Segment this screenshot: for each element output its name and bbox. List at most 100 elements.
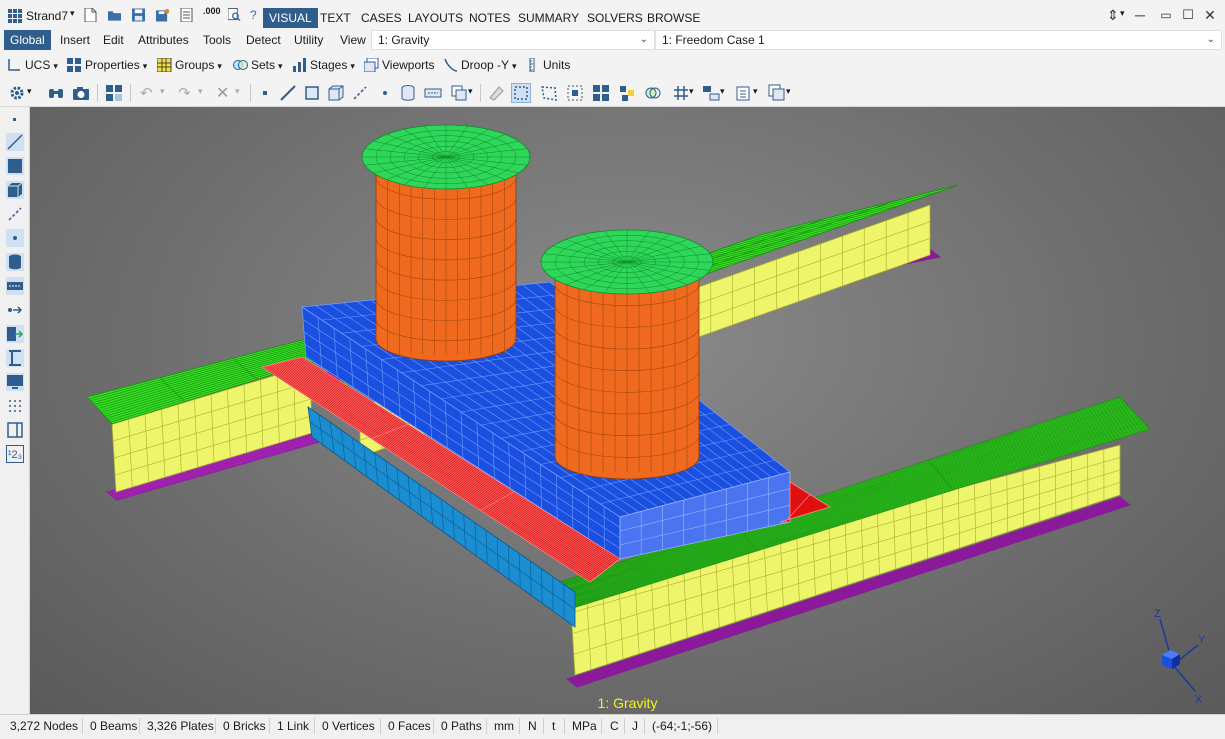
cylinder-icon[interactable] [399, 84, 417, 102]
tab-cases[interactable]: CASES [355, 8, 408, 28]
node-icon[interactable] [6, 111, 24, 129]
energy-unit-button[interactable]: J [632, 718, 638, 734]
number-format-icon[interactable]: .000 [203, 6, 221, 16]
display-icon[interactable] [6, 373, 24, 391]
chevron-down-icon[interactable]: ⌄ [1207, 31, 1215, 49]
save-as-icon[interactable] [156, 8, 169, 22]
path-icon[interactable] [424, 84, 442, 102]
chevron-down-icon[interactable]: ▾ [720, 86, 725, 97]
temperature-unit-button[interactable]: C [610, 718, 619, 734]
undo-icon[interactable]: ↶ [140, 84, 153, 102]
properties-button[interactable]: Properties ▾ [67, 55, 147, 75]
length-unit-button[interactable]: mm [494, 718, 514, 734]
align-icon[interactable] [702, 84, 720, 102]
layout-chevron-icon[interactable]: ▾ [1120, 8, 1125, 19]
numbering-icon[interactable]: ¹2₃ [6, 445, 24, 463]
stress-unit-button[interactable]: MPa [572, 718, 597, 734]
grid-select-icon[interactable] [105, 84, 123, 102]
camera-icon[interactable] [72, 84, 90, 102]
app-menu-chevron-icon[interactable]: ▾ [70, 8, 75, 19]
link-icon[interactable] [6, 205, 24, 223]
select-sets-icon[interactable] [644, 84, 662, 102]
select-rectangle-icon[interactable] [511, 83, 531, 103]
freedom-case-select[interactable]: 1: Freedom Case 1 ⌄ [655, 30, 1222, 50]
chevron-down-icon[interactable]: ▾ [235, 86, 240, 97]
beam-icon[interactable] [6, 133, 24, 151]
menu-insert[interactable]: Insert [54, 30, 96, 50]
model-viewport[interactable]: 1: Gravity Z Y X [30, 107, 1225, 714]
vertex-icon[interactable] [6, 229, 24, 247]
link-icon[interactable] [351, 84, 369, 102]
ucs-button[interactable]: UCS ▾ [7, 55, 58, 75]
path-icon[interactable] [6, 277, 24, 295]
menu-view[interactable]: View [334, 30, 372, 50]
settings-gear-icon[interactable] [8, 84, 26, 102]
tab-summary[interactable]: SUMMARY [512, 8, 585, 28]
stages-button[interactable]: Stages ▾ [292, 55, 355, 75]
select-connected-icon[interactable] [566, 84, 584, 102]
tab-notes[interactable]: NOTES [463, 8, 516, 28]
select-by-property-icon[interactable] [618, 84, 636, 102]
app-title[interactable]: Strand7 [26, 9, 68, 23]
new-file-icon[interactable] [84, 8, 97, 22]
save-icon[interactable] [132, 8, 145, 22]
dot-grid-icon[interactable] [6, 397, 24, 415]
units-button[interactable]: Units [525, 55, 570, 75]
chevron-down-icon[interactable]: ▾ [786, 86, 791, 97]
tab-layouts[interactable]: LAYOUTS [402, 8, 469, 28]
layers-icon[interactable] [768, 84, 786, 102]
menu-detect[interactable]: Detect [240, 30, 287, 50]
chevron-down-icon[interactable]: ▾ [753, 86, 758, 97]
select-all-icon[interactable] [592, 84, 610, 102]
grid-hash-icon[interactable] [672, 84, 690, 102]
beam-section-icon[interactable] [6, 349, 24, 367]
eraser-icon[interactable] [487, 84, 505, 102]
document-icon[interactable] [180, 8, 193, 22]
brick-icon[interactable] [327, 84, 345, 102]
menu-attributes[interactable]: Attributes [132, 30, 195, 50]
redo-icon[interactable]: ↷ [178, 84, 191, 102]
plate-icon[interactable] [303, 84, 321, 102]
plate-icon[interactable] [6, 157, 24, 175]
load-case-select[interactable]: 1: Gravity ⌄ [371, 30, 655, 50]
menu-tools[interactable]: Tools [197, 30, 237, 50]
menu-utility[interactable]: Utility [288, 30, 329, 50]
chevron-down-icon[interactable]: ▾ [689, 86, 694, 97]
restore-button[interactable]: ▭ [1156, 7, 1176, 23]
binoculars-icon[interactable] [47, 84, 65, 102]
export-icon[interactable] [6, 325, 24, 343]
viewports-button[interactable]: Viewports [364, 55, 434, 75]
tab-visual[interactable]: VISUAL [263, 8, 318, 28]
menu-edit[interactable]: Edit [97, 30, 130, 50]
clipboard-icon[interactable] [735, 84, 753, 102]
find-icon[interactable] [228, 8, 241, 22]
chevron-down-icon[interactable]: ▾ [468, 86, 473, 97]
model-scene[interactable] [30, 107, 1225, 714]
tab-browse[interactable]: BROWSE [641, 8, 706, 28]
help-icon[interactable]: ? [250, 8, 257, 22]
time-unit-button[interactable]: t [552, 718, 555, 734]
cylinder-icon[interactable] [6, 253, 24, 271]
node-icon[interactable] [256, 84, 274, 102]
open-folder-icon[interactable] [108, 8, 121, 22]
chevron-down-icon[interactable]: ▾ [160, 86, 165, 97]
chevron-down-icon[interactable]: ▾ [198, 86, 203, 97]
arrow-right-icon[interactable] [6, 301, 24, 319]
menu-global[interactable]: Global [4, 30, 51, 50]
vertex-icon[interactable] [376, 84, 394, 102]
select-polygon-icon[interactable] [540, 84, 558, 102]
chevron-down-icon[interactable]: ▾ [27, 86, 32, 97]
minimize-button[interactable]: ─ [1130, 7, 1150, 23]
chevron-down-icon[interactable]: ⌄ [640, 31, 648, 49]
droop-button[interactable]: Droop -Y ▾ [443, 55, 517, 75]
close-button[interactable]: ✕ [1200, 7, 1220, 23]
panel-split-icon[interactable] [6, 421, 24, 439]
beam-icon[interactable] [279, 84, 297, 102]
tab-text[interactable]: TEXT [314, 8, 357, 28]
groups-button[interactable]: Groups ▾ [157, 55, 222, 75]
tab-solvers[interactable]: SOLVERS [581, 8, 649, 28]
delete-icon[interactable]: ✕ [216, 83, 229, 103]
brick-icon[interactable] [6, 181, 24, 199]
maximize-button[interactable]: ☐ [1178, 7, 1198, 23]
force-unit-button[interactable]: N [528, 718, 537, 734]
